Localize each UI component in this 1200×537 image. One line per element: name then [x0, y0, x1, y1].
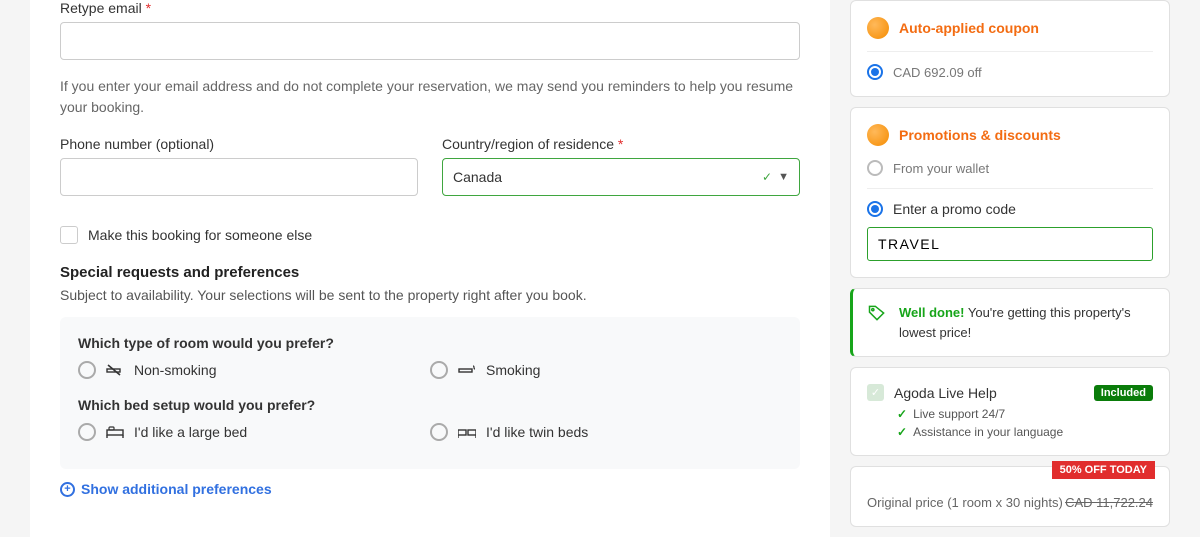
twin-bed-icon	[458, 425, 476, 439]
well-done-text: Well done! You're getting this property'…	[899, 303, 1155, 342]
radio-selected-icon	[867, 201, 883, 217]
coupon-card: Auto-applied coupon CAD 692.09 off	[850, 0, 1170, 97]
radio-selected-icon	[867, 64, 883, 80]
live-help-toggle[interactable]: ✓ Agoda Live Help	[867, 384, 997, 401]
sidebar: Auto-applied coupon CAD 692.09 off Promo…	[850, 0, 1170, 537]
price-card: 50% OFF TODAY Original price (1 room x 3…	[850, 466, 1170, 527]
radio-icon	[867, 160, 883, 176]
special-title: Special requests and preferences	[60, 264, 800, 281]
plus-icon: +	[60, 482, 75, 497]
room-smoking-label: Smoking	[486, 362, 540, 378]
coupon-title: Auto-applied coupon	[899, 20, 1039, 36]
discount-ribbon: 50% OFF TODAY	[1052, 461, 1155, 479]
smoking-icon	[458, 363, 476, 377]
check-icon: ✓	[762, 170, 772, 184]
country-select[interactable]: Canada ✓ ▼	[442, 158, 800, 196]
someone-else-label: Make this booking for someone else	[88, 227, 312, 243]
checkbox-checked-icon: ✓	[867, 384, 884, 401]
wallet-label: From your wallet	[893, 161, 989, 176]
bed-twin-option[interactable]: I'd like twin beds	[430, 423, 782, 441]
phone-input[interactable]	[60, 158, 418, 196]
retype-email-input[interactable]	[60, 22, 800, 60]
show-additional-label: Show additional preferences	[81, 481, 272, 497]
promo-icon	[867, 124, 889, 146]
bed-large-label: I'd like a large bed	[134, 424, 247, 440]
coupon-off: CAD 692.09 off	[893, 65, 982, 80]
radio-icon	[430, 423, 448, 441]
chevron-down-icon: ▼	[778, 171, 789, 183]
promo-code-input[interactable]	[867, 227, 1153, 261]
large-bed-icon	[106, 425, 124, 439]
booking-form: Retype email * If you enter your email a…	[30, 0, 830, 537]
room-nonsmoking-label: Non-smoking	[134, 362, 216, 378]
promo-code-radio[interactable]: Enter a promo code	[867, 201, 1153, 217]
room-question: Which type of room would you prefer?	[78, 335, 782, 351]
promo-title: Promotions & discounts	[899, 127, 1061, 143]
special-sub: Subject to availability. Your selections…	[60, 287, 800, 303]
radio-icon	[78, 361, 96, 379]
bed-twin-label: I'd like twin beds	[486, 424, 588, 440]
nonsmoking-icon	[106, 363, 124, 377]
radio-icon	[78, 423, 96, 441]
bed-large-option[interactable]: I'd like a large bed	[78, 423, 430, 441]
room-nonsmoking-option[interactable]: Non-smoking	[78, 361, 430, 379]
live-help-title: Agoda Live Help	[894, 385, 997, 401]
original-price-value: CAD 11,722.24	[1065, 495, 1153, 510]
coupon-icon	[867, 17, 889, 39]
country-value: Canada	[453, 169, 762, 185]
bed-question: Which bed setup would you prefer?	[78, 397, 782, 413]
room-smoking-option[interactable]: Smoking	[430, 361, 782, 379]
radio-icon	[430, 361, 448, 379]
promo-enter-label: Enter a promo code	[893, 201, 1016, 217]
help-feature-1: ✓Live support 24/7	[897, 407, 1153, 421]
wallet-radio[interactable]: From your wallet	[867, 160, 1153, 176]
preferences-panel: Which type of room would you prefer? Non…	[60, 317, 800, 469]
retype-email-label: Retype email *	[60, 0, 800, 16]
show-additional-link[interactable]: + Show additional preferences	[60, 481, 272, 497]
someone-else-checkbox[interactable]: Make this booking for someone else	[60, 226, 800, 244]
original-price-label: Original price (1 room x 30 nights)	[867, 495, 1063, 510]
live-help-card: ✓ Agoda Live Help Included ✓Live support…	[850, 367, 1170, 456]
promo-card: Promotions & discounts From your wallet …	[850, 107, 1170, 278]
help-feature-2: ✓Assistance in your language	[897, 425, 1153, 439]
coupon-radio[interactable]: CAD 692.09 off	[867, 64, 1153, 80]
well-done-banner: Well done! You're getting this property'…	[850, 288, 1170, 357]
country-label: Country/region of residence *	[442, 136, 800, 152]
checkbox-icon	[60, 226, 78, 244]
phone-label: Phone number (optional)	[60, 136, 418, 152]
tag-icon	[867, 303, 887, 323]
included-badge: Included	[1094, 385, 1153, 401]
email-hint: If you enter your email address and do n…	[60, 76, 800, 118]
